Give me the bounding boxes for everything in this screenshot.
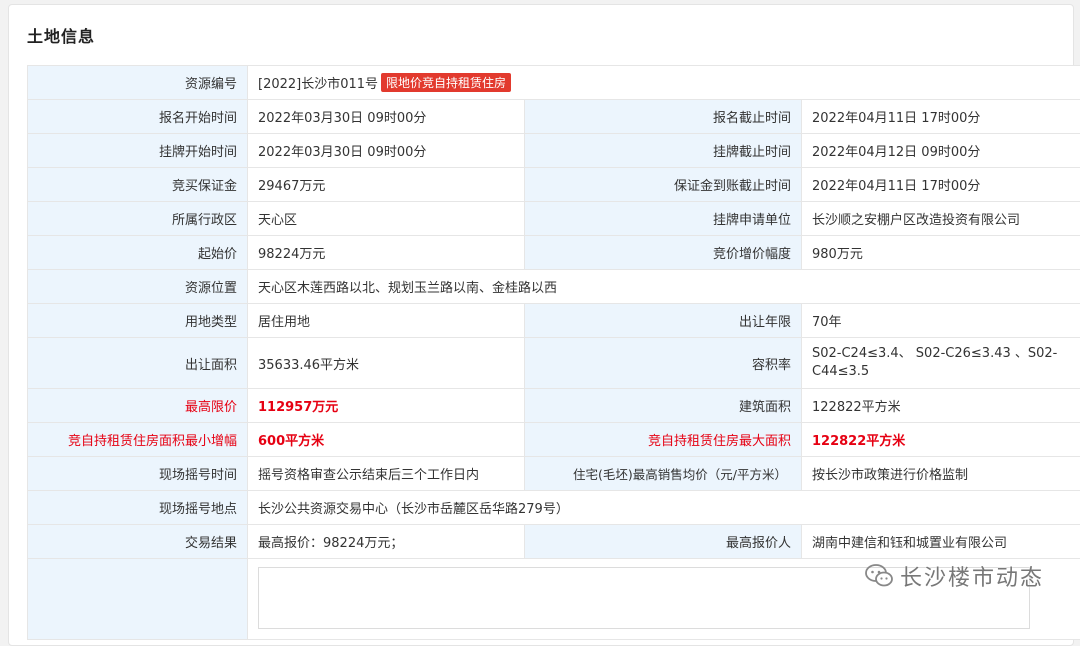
increment-label: 竞价增价幅度: [525, 236, 802, 270]
table-row: 资源位置 天心区木莲西路以北、规划玉兰路以南、金桂路以西: [28, 270, 1080, 304]
remarks-label: [28, 559, 248, 640]
avg-price-value: 按长沙市政策进行价格监制: [802, 457, 1080, 491]
district-label: 所属行政区: [28, 202, 248, 236]
rental-max-area-label: 竞自持租赁住房最大面积: [525, 423, 802, 457]
listing-start-label: 挂牌开始时间: [28, 134, 248, 168]
location-label: 资源位置: [28, 270, 248, 304]
term-label: 出让年限: [525, 304, 802, 338]
watermark: 长沙楼市动态: [864, 560, 1044, 592]
watermark-text: 长沙楼市动态: [900, 560, 1044, 592]
applicant-unit-value: 长沙顺之安棚户区改造投资有限公司: [802, 202, 1080, 236]
result-label: 交易结果: [28, 525, 248, 559]
lottery-place-label: 现场摇号地点: [28, 491, 248, 525]
max-price-label: 最高限价: [28, 389, 248, 423]
top-bidder-value: 湖南中建信和钰和城置业有限公司: [802, 525, 1080, 559]
term-value: 70年: [802, 304, 1080, 338]
deposit-deadline-label: 保证金到账截止时间: [525, 168, 802, 202]
rental-min-inc-value: 600平方米: [248, 423, 525, 457]
location-value: 天心区木莲西路以北、规划玉兰路以南、金桂路以西: [248, 270, 1080, 304]
start-price-label: 起始价: [28, 236, 248, 270]
area-label: 出让面积: [28, 338, 248, 389]
signup-start-value: 2022年03月30日 09时00分: [248, 100, 525, 134]
table-row: 挂牌开始时间 2022年03月30日 09时00分 挂牌截止时间 2022年04…: [28, 134, 1080, 168]
avg-price-label: 住宅(毛坯)最高销售均价（元/平方米）: [525, 457, 802, 491]
far-value: S02-C24≤3.4、 S02-C26≤3.43 、S02-C44≤3.5: [802, 338, 1080, 389]
table-row: 用地类型 居住用地 出让年限 70年: [28, 304, 1080, 338]
building-area-value: 122822平方米: [802, 389, 1080, 423]
table-row: 竞买保证金 29467万元 保证金到账截止时间 2022年04月11日 17时0…: [28, 168, 1080, 202]
deposit-deadline-value: 2022年04月11日 17时00分: [802, 168, 1080, 202]
signup-end-value: 2022年04月11日 17时00分: [802, 100, 1080, 134]
deposit-label: 竞买保证金: [28, 168, 248, 202]
building-area-label: 建筑面积: [525, 389, 802, 423]
increment-value: 980万元: [802, 236, 1080, 270]
section-title: 土地信息: [27, 23, 95, 47]
start-price-value: 98224万元: [248, 236, 525, 270]
district-value: 天心区: [248, 202, 525, 236]
result-value: 最高报价：98224万元；: [248, 525, 525, 559]
land-use-value: 居住用地: [248, 304, 525, 338]
table-row: 出让面积 35633.46平方米 容积率 S02-C24≤3.4、 S02-C2…: [28, 338, 1080, 389]
resource-id-value: [2022]长沙市011号限地价竞自持租赁住房: [248, 66, 1080, 100]
signup-end-label: 报名截止时间: [525, 100, 802, 134]
land-use-label: 用地类型: [28, 304, 248, 338]
listing-end-value: 2022年04月12日 09时00分: [802, 134, 1080, 168]
listing-start-value: 2022年03月30日 09时00分: [248, 134, 525, 168]
far-label: 容积率: [525, 338, 802, 389]
lottery-time-label: 现场摇号时间: [28, 457, 248, 491]
table-row: 资源编号 [2022]长沙市011号限地价竞自持租赁住房: [28, 66, 1080, 100]
rental-max-area-value: 122822平方米: [802, 423, 1080, 457]
table-row: 竞自持租赁住房面积最小增幅 600平方米 竞自持租赁住房最大面积 122822平…: [28, 423, 1080, 457]
max-price-value: 112957万元: [248, 389, 525, 423]
table-row: 最高限价 112957万元 建筑面积 122822平方米: [28, 389, 1080, 423]
table-row: 现场摇号地点 长沙公共资源交易中心（长沙市岳麓区岳华路279号）: [28, 491, 1080, 525]
rental-min-inc-label: 竞自持租赁住房面积最小增幅: [28, 423, 248, 457]
table-row: 起始价 98224万元 竞价增价幅度 980万元: [28, 236, 1080, 270]
table-row: 所属行政区 天心区 挂牌申请单位 长沙顺之安棚户区改造投资有限公司: [28, 202, 1080, 236]
table-row: 现场摇号时间 摇号资格审查公示结束后三个工作日内 住宅(毛坯)最高销售均价（元/…: [28, 457, 1080, 491]
land-info-table: 资源编号 [2022]长沙市011号限地价竞自持租赁住房 报名开始时间 2022…: [27, 65, 1080, 640]
deposit-value: 29467万元: [248, 168, 525, 202]
table-row: 报名开始时间 2022年03月30日 09时00分 报名截止时间 2022年04…: [28, 100, 1080, 134]
resource-id-text: [2022]长沙市011号: [258, 77, 378, 92]
table-row: 交易结果 最高报价：98224万元； 最高报价人 湖南中建信和钰和城置业有限公司: [28, 525, 1080, 559]
auction-type-badge: 限地价竞自持租赁住房: [381, 73, 511, 92]
applicant-unit-label: 挂牌申请单位: [525, 202, 802, 236]
lottery-place-value: 长沙公共资源交易中心（长沙市岳麓区岳华路279号）: [248, 491, 1080, 525]
wechat-icon: [864, 563, 894, 589]
resource-id-label: 资源编号: [28, 66, 248, 100]
area-value: 35633.46平方米: [248, 338, 525, 389]
lottery-time-value: 摇号资格审查公示结束后三个工作日内: [248, 457, 525, 491]
listing-end-label: 挂牌截止时间: [525, 134, 802, 168]
top-bidder-label: 最高报价人: [525, 525, 802, 559]
signup-start-label: 报名开始时间: [28, 100, 248, 134]
land-info-panel: 土地信息 资源编号 [2022]长沙市011号限地价竞自持租赁住房 报名开始时间…: [8, 4, 1074, 646]
